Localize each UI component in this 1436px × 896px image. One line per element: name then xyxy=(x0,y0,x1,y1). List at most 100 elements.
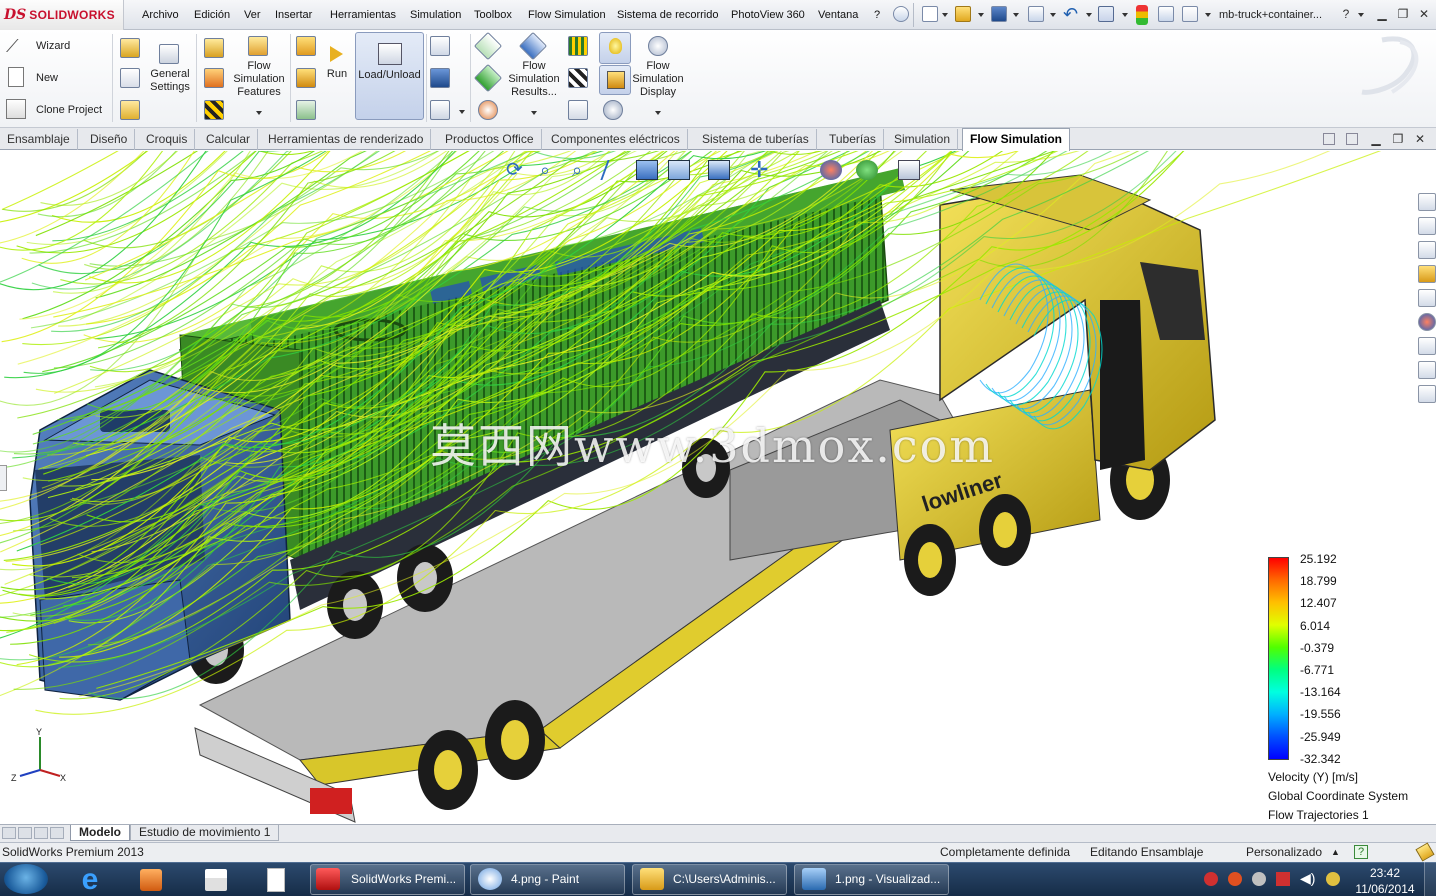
load-unload-button[interactable]: Load/Unload xyxy=(355,32,424,120)
apply-scene-icon[interactable] xyxy=(856,160,878,180)
taskbar-date[interactable]: 11/06/2014 xyxy=(1352,882,1418,896)
taskpane-resources-icon[interactable] xyxy=(1418,193,1436,211)
chevron-down-icon[interactable] xyxy=(1050,13,1056,17)
flow-simulation-features-button[interactable]: Flow Simulation Features xyxy=(232,36,286,116)
rotate-view-icon[interactable]: ⟳ xyxy=(506,160,528,180)
mesh-icon[interactable] xyxy=(296,36,316,56)
tab-simulation[interactable]: Simulation xyxy=(887,129,959,150)
lightbulb-button[interactable] xyxy=(599,32,631,64)
status-units[interactable]: Personalizado xyxy=(1246,843,1322,861)
menu-simulation[interactable]: Simulation xyxy=(410,0,461,30)
restore-icon[interactable]: ❐ xyxy=(1395,7,1411,21)
chevron-down-icon[interactable] xyxy=(1205,13,1211,17)
save-icon[interactable] xyxy=(991,6,1007,22)
tile-icon[interactable] xyxy=(1323,133,1335,145)
menu-insertar[interactable]: Insertar xyxy=(275,0,312,30)
flow-trajectories-icon[interactable] xyxy=(568,68,588,88)
taskpane-custom-properties-icon[interactable] xyxy=(1418,337,1436,355)
taskbar-time[interactable]: 23:42 xyxy=(1358,866,1412,880)
tray-power-icon[interactable] xyxy=(1326,872,1340,886)
clone-project-button[interactable]: Clone Project xyxy=(6,99,112,121)
menu-photoview[interactable]: PhotoView 360 xyxy=(731,0,805,30)
edit-appearance-icon[interactable] xyxy=(820,160,842,180)
save-results-icon[interactable] xyxy=(430,68,450,88)
flow-simulation-display-button[interactable]: Flow Simulation Display xyxy=(632,36,684,118)
wizard-button[interactable]: ⟋ Wizard xyxy=(6,36,112,58)
hide-show-icon[interactable]: ✛ xyxy=(750,159,772,181)
zoom-area-icon[interactable]: ⌕ xyxy=(572,160,594,180)
status-help-button[interactable]: ? xyxy=(1354,845,1368,859)
new-project-button[interactable]: New xyxy=(6,67,112,89)
taskpane-view-palette-icon[interactable] xyxy=(1418,289,1436,307)
taskpane-explorer-icon[interactable] xyxy=(1418,265,1436,283)
units-caret-icon[interactable]: ▲ xyxy=(1331,843,1340,861)
tray-network-icon[interactable] xyxy=(1252,872,1266,886)
flow-simulation-results-button[interactable]: Flow Simulation Results... xyxy=(506,31,562,118)
chevron-down-icon[interactable] xyxy=(1122,13,1128,17)
menu-edicion[interactable]: Edición xyxy=(194,0,230,30)
report-icon[interactable] xyxy=(568,100,588,120)
taskpane-library-icon[interactable] xyxy=(1418,241,1436,259)
solidworks-logo[interactable]: DS SOLIDWORKS xyxy=(0,0,124,30)
new-document-icon[interactable] xyxy=(922,6,938,22)
fan-icon[interactable] xyxy=(204,68,224,88)
doc-minimize-icon[interactable]: ▁ xyxy=(1368,132,1384,146)
tab-diseno[interactable]: Diseño xyxy=(83,129,136,150)
tray-shield-icon[interactable] xyxy=(1204,872,1218,886)
run-button[interactable]: Run xyxy=(324,44,350,84)
tab-motion-study[interactable]: Estudio de movimiento 1 xyxy=(130,825,280,841)
media-player-icon[interactable] xyxy=(130,865,170,894)
menu-herramientas[interactable]: Herramientas xyxy=(330,0,396,30)
tray-app-icon[interactable] xyxy=(1228,872,1242,886)
internet-explorer-icon[interactable]: e xyxy=(70,865,110,895)
tab-tuberias[interactable]: Tuberías xyxy=(822,129,884,150)
tab-componentes-electricos[interactable]: Componentes eléctricos xyxy=(544,129,688,150)
doc-restore-icon[interactable]: ❐ xyxy=(1390,132,1406,146)
menu-toolbox[interactable]: Toolbox xyxy=(474,0,512,30)
blank-document-icon[interactable] xyxy=(255,865,295,894)
display-model-button[interactable] xyxy=(599,65,631,95)
pin-icon[interactable] xyxy=(893,6,909,22)
minimize-icon[interactable]: ▁ xyxy=(1374,7,1390,21)
menu-sistema-recorrido[interactable]: Sistema de recorrido xyxy=(617,0,719,30)
last-tab-arrow-icon[interactable] xyxy=(50,827,64,839)
edit-results-icon[interactable] xyxy=(430,36,450,56)
chevron-down-icon[interactable] xyxy=(1086,13,1092,17)
zoom-to-fit-icon[interactable]: ⌕ xyxy=(540,160,562,180)
general-settings-button[interactable]: General Settings xyxy=(149,44,191,100)
chevron-down-icon[interactable] xyxy=(1358,13,1364,17)
options-icon[interactable] xyxy=(1182,6,1198,22)
taskpane-forum-icon[interactable] xyxy=(1418,361,1436,379)
boundary-condition-icon[interactable] xyxy=(204,38,224,58)
cascade-icon[interactable] xyxy=(1346,133,1358,145)
next-tab-arrow-icon[interactable] xyxy=(34,827,48,839)
start-button-icon[interactable] xyxy=(4,864,48,894)
goal-plot-icon[interactable] xyxy=(568,36,588,56)
close-icon[interactable]: ✕ xyxy=(1416,7,1432,21)
checkered-flag-icon[interactable] xyxy=(204,100,224,120)
calendar-app-icon[interactable] xyxy=(195,865,235,894)
print-icon[interactable] xyxy=(1028,6,1044,22)
tab-ensamblaje[interactable]: Ensamblaje xyxy=(0,129,78,150)
input-data-icon[interactable] xyxy=(120,68,140,88)
rebuild-traffic-light-icon[interactable] xyxy=(1136,5,1148,25)
display-style-icon[interactable] xyxy=(708,160,730,180)
feature-manager-collapse-handle[interactable] xyxy=(0,465,7,491)
tab-flow-simulation[interactable]: Flow Simulation xyxy=(962,128,1070,151)
tab-productos-office[interactable]: Productos Office xyxy=(438,129,542,150)
menu-flow-simulation[interactable]: Flow Simulation xyxy=(528,0,606,30)
goals-icon[interactable] xyxy=(120,100,140,120)
menu-help[interactable]: ? xyxy=(874,0,880,30)
open-folder-icon[interactable] xyxy=(955,6,971,22)
menu-ventana[interactable]: Ventana xyxy=(818,0,858,30)
tab-herramientas-renderizado[interactable]: Herramientas de renderizado xyxy=(261,129,432,150)
menu-archivo[interactable]: Archivo xyxy=(142,0,179,30)
help-button[interactable]: ? xyxy=(1338,7,1354,21)
solver-monitor-icon[interactable] xyxy=(296,100,316,120)
section-view-icon[interactable] xyxy=(636,160,658,180)
graphics-viewport[interactable]: lowliner Y X Z xyxy=(0,151,1436,824)
isosurface-icon[interactable] xyxy=(478,100,498,120)
tab-sistema-tuberias[interactable]: Sistema de tuberías xyxy=(695,129,817,150)
taskpane-home-icon[interactable] xyxy=(1418,217,1436,235)
tray-volume-icon[interactable]: ◀) xyxy=(1300,870,1315,887)
